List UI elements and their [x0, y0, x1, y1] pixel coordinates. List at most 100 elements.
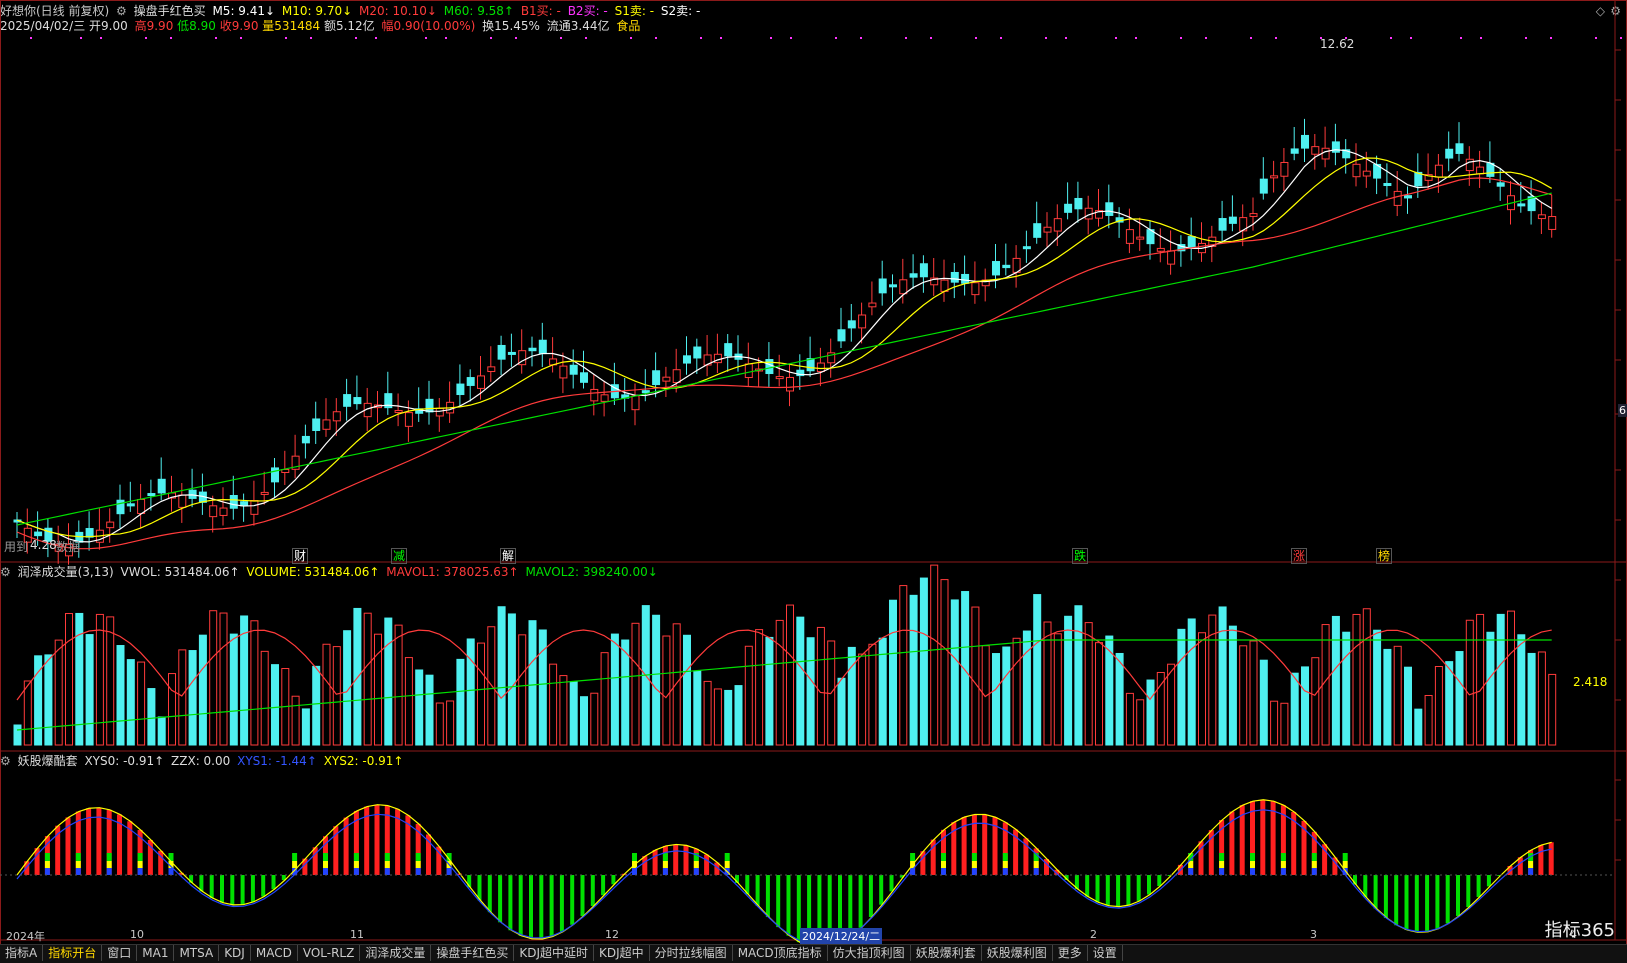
- candle-body: [435, 407, 444, 417]
- volume-bar: [837, 677, 846, 746]
- volume-bar: [507, 613, 516, 746]
- volume-bar: [415, 669, 424, 746]
- volume-bar: [168, 673, 176, 746]
- volume-bar: [950, 599, 959, 746]
- osc-seg: [1002, 868, 1008, 875]
- osc-seg: [323, 868, 328, 875]
- osc-bar-neg: [879, 875, 884, 905]
- candle-body: [1476, 166, 1485, 175]
- candle-body: [301, 435, 310, 444]
- volume-bar: [1064, 615, 1073, 746]
- ma5-line: [16, 149, 1553, 543]
- candle-body: [1074, 197, 1083, 210]
- signal-dot: [905, 37, 907, 39]
- tab-16[interactable]: 妖股爆利图: [982, 945, 1053, 961]
- volume-value: VOLUME: 531484.06↑: [246, 565, 380, 579]
- candle-body: [919, 263, 928, 278]
- tab-12[interactable]: 分时拉线幅图: [650, 945, 733, 961]
- osc-gear-icon[interactable]: ⚙: [0, 754, 11, 768]
- volume-bar: [590, 692, 599, 746]
- candle-body: [1033, 223, 1042, 238]
- signal-dot: [1000, 37, 1002, 39]
- tab-18[interactable]: 设置: [1088, 945, 1123, 961]
- osc-bar-neg: [1157, 875, 1162, 887]
- tab-15[interactable]: 妖股爆利套: [911, 945, 982, 961]
- tab-0[interactable]: 指标A: [0, 945, 44, 961]
- tab-14[interactable]: 仿大指顶利图: [828, 945, 911, 961]
- tab-17[interactable]: 更多: [1053, 945, 1088, 961]
- osc-bar-neg: [559, 875, 564, 932]
- signal-dot: [930, 37, 932, 39]
- osc-bar-pos: [1260, 799, 1266, 875]
- osc-bar-neg: [580, 875, 585, 916]
- tab-9[interactable]: 操盘手红色买: [431, 945, 515, 961]
- signal-dot: [445, 37, 447, 39]
- osc-bar-neg: [1394, 875, 1399, 926]
- signal-dot: [1460, 37, 1462, 39]
- volume-bar: [1002, 646, 1011, 746]
- signal-dot: [1250, 37, 1252, 39]
- volume-bar: [1373, 629, 1382, 746]
- osc-bar-neg: [1476, 875, 1481, 897]
- volume-bar: [1424, 694, 1433, 746]
- candle-body: [343, 394, 352, 407]
- tab-4[interactable]: MTSA: [174, 945, 220, 961]
- osc-title[interactable]: 妖股爆酷套: [18, 754, 78, 768]
- signal-dot: [835, 37, 837, 39]
- osc-seg: [662, 853, 668, 861]
- tab-13[interactable]: MACD顶底指标: [733, 945, 828, 961]
- tab-6[interactable]: MACD: [251, 945, 298, 961]
- osc-bar-neg: [1147, 875, 1151, 895]
- volume-bar: [1342, 631, 1351, 746]
- kline-chart-canvas[interactable]: [0, 0, 1627, 962]
- osc-seg: [75, 868, 81, 875]
- osc-seg: [971, 853, 977, 861]
- signal-dot: [310, 37, 312, 39]
- osc-bar-neg: [786, 875, 791, 936]
- tab-8[interactable]: 润泽成交量: [360, 945, 432, 961]
- osc-seg: [75, 853, 81, 861]
- osc-bar-neg: [765, 875, 770, 918]
- osc-seg: [971, 861, 977, 868]
- volume-title[interactable]: 润泽成交量(3,13): [18, 565, 114, 579]
- tab-5[interactable]: KDJ: [219, 945, 251, 961]
- tab-10[interactable]: KDJ超中延时: [514, 945, 595, 961]
- volume-bar: [847, 646, 856, 746]
- osc-bar-neg: [1373, 875, 1378, 909]
- volume-bar: [816, 626, 825, 746]
- volume-bar: [1465, 619, 1474, 746]
- candle-body: [425, 398, 434, 413]
- osc-seg: [44, 853, 50, 861]
- candle-body: [1404, 195, 1412, 199]
- mavol2-value: MAVOL2: 398240.00↓: [525, 565, 658, 579]
- tab-1[interactable]: 指标开台: [43, 945, 103, 961]
- osc-seg: [1342, 853, 1348, 861]
- signal-tag-jie[interactable]: 解: [500, 548, 516, 564]
- osc-bar-neg: [271, 875, 276, 890]
- volume-bar: [456, 658, 465, 746]
- candle-body: [847, 320, 856, 329]
- signal-tag-cai[interactable]: 财: [292, 548, 308, 564]
- signal-tag-bang[interactable]: 榜: [1376, 548, 1392, 564]
- tab-2[interactable]: 窗口: [102, 945, 138, 961]
- signal-dot: [515, 37, 517, 39]
- signal-tag-jian[interactable]: 减: [391, 548, 407, 564]
- volume-bar: [1228, 625, 1237, 746]
- candle-body: [1249, 213, 1258, 217]
- candle-body: [1002, 264, 1011, 269]
- volume-gear-icon[interactable]: ⚙: [0, 565, 11, 579]
- candle-body: [466, 377, 475, 386]
- volume-bar: [1414, 708, 1423, 746]
- signal-tag-die[interactable]: 跌: [1072, 548, 1088, 564]
- osc-seg: [941, 853, 946, 861]
- osc-bar-neg: [508, 875, 513, 931]
- tab-7[interactable]: VOL-RLZ: [298, 945, 361, 961]
- date-label-11: 11: [350, 928, 364, 941]
- osc-bar-neg: [590, 875, 595, 906]
- tab-3[interactable]: MA1: [137, 945, 175, 961]
- volume-bar: [106, 616, 115, 746]
- signal-tag-zhang[interactable]: 涨: [1291, 548, 1307, 564]
- volume-bar: [600, 652, 609, 746]
- tab-11[interactable]: KDJ超中: [594, 945, 650, 961]
- candle-body: [322, 419, 331, 430]
